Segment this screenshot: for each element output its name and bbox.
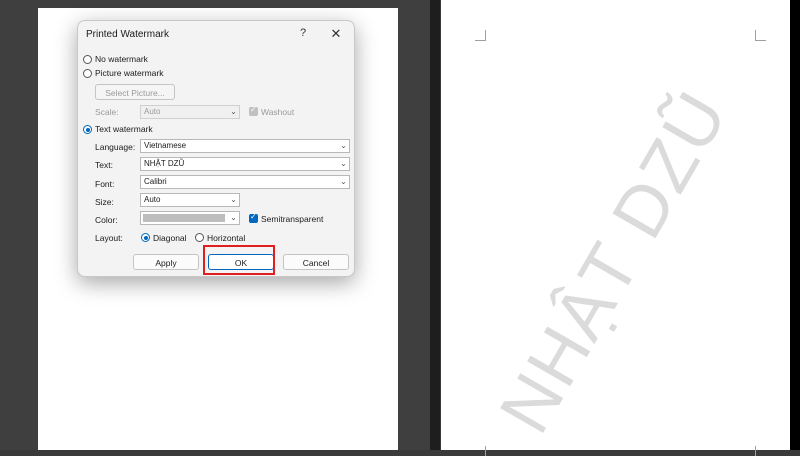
chevron-down-icon: ⌄ — [340, 141, 347, 150]
help-icon[interactable]: ? — [296, 27, 310, 41]
semitransparent-label: Semitransparent — [261, 214, 324, 224]
close-icon[interactable]: ✕ — [328, 26, 344, 42]
ok-button-highlight-box — [203, 245, 275, 275]
scale-label: Scale: — [95, 107, 119, 117]
chevron-down-icon: ⌄ — [340, 177, 347, 186]
cancel-button[interactable]: Cancel — [283, 254, 349, 270]
diagonal-radio[interactable] — [141, 233, 150, 242]
picture-watermark-label: Picture watermark — [95, 68, 164, 78]
horizontal-radio[interactable] — [195, 233, 204, 242]
color-dropdown[interactable]: ⌄ — [140, 211, 240, 225]
chevron-down-icon: ⌄ — [340, 159, 347, 168]
semitransparent-checkbox[interactable] — [249, 212, 258, 223]
crop-mark-top-left — [475, 30, 486, 41]
language-label: Language: — [95, 142, 136, 152]
size-value: Auto — [144, 195, 161, 204]
right-edge-bar — [790, 0, 800, 450]
dialog-title: Printed Watermark — [86, 29, 169, 40]
horizontal-label: Horizontal — [207, 233, 246, 243]
crop-mark-bottom-left — [475, 446, 486, 456]
diagonal-label: Diagonal — [153, 233, 187, 243]
chevron-down-icon: ⌄ — [230, 213, 237, 222]
chevron-down-icon: ⌄ — [230, 195, 237, 204]
no-watermark-label: No watermark — [95, 54, 148, 64]
size-dropdown[interactable]: Auto ⌄ — [140, 193, 240, 207]
text-watermark-radio[interactable] — [83, 125, 92, 134]
no-watermark-radio[interactable] — [83, 55, 92, 64]
text-combobox[interactable]: NHẬT DZŨ ⌄ — [140, 157, 350, 171]
font-dropdown[interactable]: Calibri ⌄ — [140, 175, 350, 189]
layout-label: Layout: — [95, 233, 123, 243]
text-watermark-label: Text watermark — [95, 124, 153, 134]
language-value: Vietnamese — [144, 141, 187, 150]
font-label: Font: — [95, 179, 115, 189]
panel-divider — [430, 0, 440, 450]
scale-value: Auto — [144, 107, 161, 116]
language-dropdown[interactable]: Vietnamese ⌄ — [140, 139, 350, 153]
washout-checkbox[interactable] — [249, 105, 258, 116]
text-label: Text: — [95, 160, 113, 170]
font-value: Calibri — [144, 177, 167, 186]
color-label: Color: — [95, 215, 118, 225]
apply-button[interactable]: Apply — [133, 254, 199, 270]
crop-mark-top-right — [755, 30, 766, 41]
picture-watermark-radio[interactable] — [83, 69, 92, 78]
select-picture-button[interactable]: Select Picture... — [95, 84, 175, 100]
text-value: NHẬT DZŨ — [144, 159, 185, 168]
size-label: Size: — [95, 197, 114, 207]
washout-label: Washout — [261, 107, 295, 117]
crop-mark-bottom-right — [755, 446, 766, 456]
color-swatch — [143, 214, 225, 222]
chevron-down-icon: ⌄ — [230, 107, 237, 116]
printed-watermark-dialog: Printed Watermark ? ✕ No watermark Pictu… — [77, 20, 355, 277]
scale-dropdown[interactable]: Auto ⌄ — [140, 105, 240, 119]
